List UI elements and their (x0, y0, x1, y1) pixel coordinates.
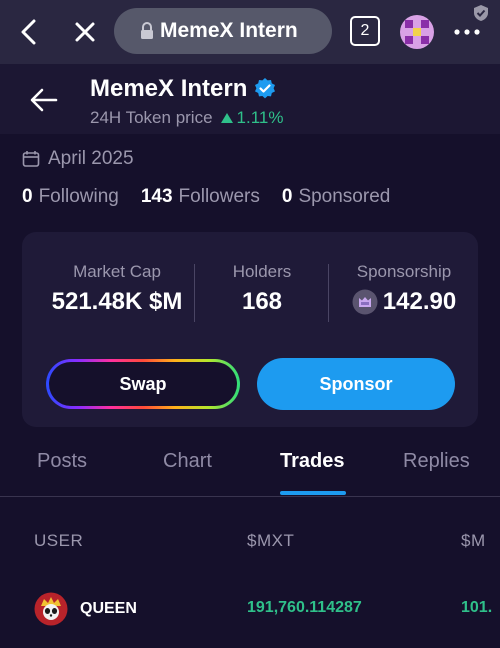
market-cap-value: 521.48K $M (51, 288, 183, 315)
back-arrow-icon[interactable] (28, 84, 60, 116)
column-header-mxt: $MXT (247, 531, 295, 550)
sponsored-stat[interactable]: 0 Sponsored (282, 186, 390, 208)
token-coin-icon (352, 289, 378, 315)
trade-m-amount: 101. (461, 599, 493, 616)
more-icon[interactable] (452, 20, 482, 44)
sponsored-count: 0 (281, 186, 293, 207)
profile-title: MemeX Intern (90, 75, 277, 103)
followers-count: 143 (140, 186, 173, 207)
swap-button[interactable]: Swap (46, 359, 240, 409)
up-triangle-icon (220, 113, 233, 123)
lock-icon (140, 21, 156, 41)
extension-avatar-icon[interactable] (399, 14, 435, 50)
shield-icon (472, 4, 490, 22)
browser-toolbar: MemeX Intern 2 (0, 0, 500, 64)
sponsorship-metric: Sponsorship 142.90 (334, 262, 474, 316)
tab-chart[interactable]: Chart (163, 450, 212, 473)
browser-close-icon[interactable] (70, 17, 100, 47)
profile-header: MemeX Intern 24H Token price 1.11% (0, 64, 500, 134)
follow-stats: 0 Following 143 Followers 0 Sponsored (22, 186, 412, 208)
column-header-m: $M (461, 531, 486, 550)
address-bar[interactable]: MemeX Intern (114, 8, 332, 54)
sponsorship-label: Sponsorship (356, 262, 452, 281)
market-cap-label: Market Cap (73, 262, 161, 281)
user-avatar-icon (34, 592, 68, 626)
price-change-value: 1.11% (236, 108, 284, 127)
trade-mxt-amount: 191,760.114287 (247, 599, 362, 616)
verified-badge-icon (253, 77, 277, 101)
token-price-row: 24H Token price 1.11% (90, 108, 284, 128)
tab-count-button[interactable]: 2 (350, 16, 380, 46)
price-change: 1.11% (220, 108, 284, 128)
market-cap-metric: Market Cap 521.48K $M (44, 262, 190, 316)
sponsorship-value: 142.90 (382, 288, 457, 315)
tab-replies[interactable]: Replies (403, 450, 470, 473)
active-tab-indicator (280, 491, 346, 495)
token-metrics-card: Market Cap 521.48K $M Holders 168 Sponso… (22, 232, 478, 427)
followers-stat[interactable]: 143 Followers (141, 186, 260, 208)
column-header-user: USER (34, 531, 84, 550)
sponsorship-value-row: 142.90 (334, 288, 474, 316)
metric-divider (194, 264, 195, 322)
tab-trades[interactable]: Trades (280, 450, 344, 473)
sponsor-button[interactable]: Sponsor (257, 358, 455, 410)
metric-divider (328, 264, 329, 322)
page-url-title: MemeX Intern (160, 19, 298, 42)
holders-metric: Holders 168 (200, 262, 324, 316)
token-price-label: 24H Token price (90, 108, 213, 127)
profile-tabs: Posts Chart Trades Replies (0, 440, 500, 497)
tab-posts[interactable]: Posts (37, 450, 87, 473)
calendar-icon (22, 150, 40, 168)
table-row-user[interactable]: QUEEN (34, 592, 137, 626)
holders-value: 168 (241, 288, 283, 315)
following-label: Following (38, 186, 119, 207)
browser-back-icon[interactable] (14, 17, 44, 47)
trade-user-name: QUEEN (80, 600, 137, 617)
holders-label: Holders (232, 262, 292, 281)
following-count: 0 (22, 186, 33, 207)
following-stat[interactable]: 0 Following (22, 186, 119, 208)
profile-name: MemeX Intern (90, 75, 248, 102)
joined-date: April 2025 (22, 148, 134, 170)
sponsored-label: Sponsored (298, 186, 391, 207)
followers-label: Followers (178, 186, 260, 207)
swap-button-label: Swap (49, 362, 237, 406)
joined-date-text: April 2025 (48, 148, 134, 169)
